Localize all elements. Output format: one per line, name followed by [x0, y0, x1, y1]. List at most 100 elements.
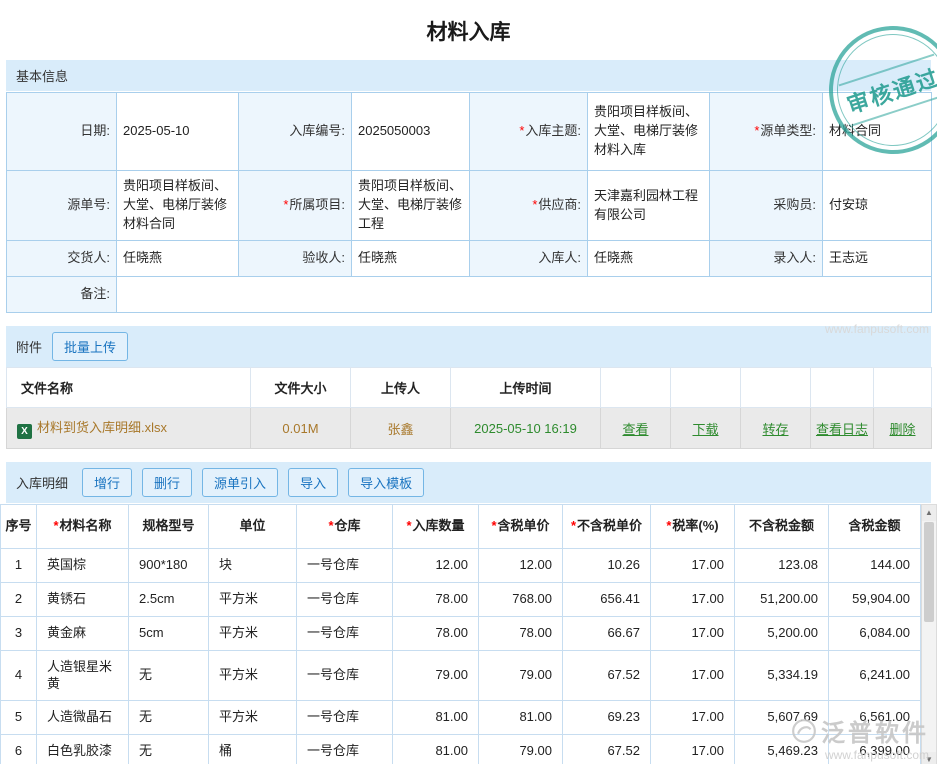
remark-value	[117, 277, 932, 313]
delete-link[interactable]: 删除	[889, 422, 915, 437]
deliverer-value: 任晓燕	[117, 241, 239, 277]
attachments-section: 附件 批量上传 文件名称 文件大小 上传人 上传时间 X材料到货入库明细.xls…	[6, 326, 931, 449]
supplier-label: *供应商:	[470, 171, 588, 241]
detail-header-row: 序号*材料名称规格型号单位*仓库*入库数量*含税单价*不含税单价*税率(%)不含…	[1, 505, 921, 549]
detail-table: 序号*材料名称规格型号单位*仓库*入库数量*含税单价*不含税单价*税率(%)不含…	[0, 504, 921, 764]
excel-icon: X	[17, 424, 32, 439]
title-bar: 材料入库	[0, 0, 937, 60]
attachments-title: 附件	[16, 337, 42, 356]
cell-spec: 无	[129, 701, 209, 735]
detail-row: 4人造银星米黄无平方米一号仓库79.0079.0067.5217.005,334…	[1, 650, 921, 701]
action-cell: 删除	[874, 408, 932, 449]
cell-price-excl-tax: 656.41	[563, 582, 651, 616]
cell-material: 黄锈石	[37, 582, 129, 616]
source-import-button[interactable]: 源单引入	[202, 468, 278, 497]
basic-row: 日期: 2025-05-10 入库编号: 2025050003 *入库主题: 贵…	[7, 93, 932, 171]
batch-upload-button[interactable]: 批量上传	[52, 332, 128, 361]
basic-row: 备注:	[7, 277, 932, 313]
cell-qty: 81.00	[393, 701, 479, 735]
cell-material: 黄金麻	[37, 616, 129, 650]
detail-col-amount-incl-tax: 含税金额	[829, 505, 921, 549]
vertical-scrollbar[interactable]: ▲ ▼	[921, 504, 937, 764]
detail-col-qty: *入库数量	[393, 505, 479, 549]
cell-qty: 79.00	[393, 650, 479, 701]
import-template-button[interactable]: 导入模板	[348, 468, 424, 497]
cell-material: 人造微晶石	[37, 701, 129, 735]
cell-amount-incl-tax: 6,241.00	[829, 650, 921, 701]
cell-spec: 2.5cm	[129, 582, 209, 616]
cell-warehouse: 一号仓库	[297, 650, 393, 701]
supplier-value: 天津嘉利园林工程有限公司	[588, 171, 710, 241]
cell-warehouse: 一号仓库	[297, 549, 393, 583]
scroll-up-arrow[interactable]: ▲	[922, 505, 936, 521]
detail-col-price-incl-tax: *含税单价	[479, 505, 563, 549]
delete-row-button[interactable]: 删行	[142, 468, 192, 497]
detail-row: 2黄锈石2.5cm平方米一号仓库78.00768.00656.4117.0051…	[1, 582, 921, 616]
recorder-label: 录入人:	[710, 241, 823, 277]
cell-index: 3	[1, 616, 37, 650]
col-uploader: 上传人	[351, 368, 451, 408]
detail-table-wrap: 序号*材料名称规格型号单位*仓库*入库数量*含税单价*不含税单价*税率(%)不含…	[0, 504, 937, 764]
detail-row: 3黄金麻5cm平方米一号仓库78.0078.0066.6717.005,200.…	[1, 616, 921, 650]
date-value: 2025-05-10	[117, 93, 239, 171]
inspector-value: 任晓燕	[352, 241, 470, 277]
add-row-button[interactable]: 增行	[82, 468, 132, 497]
subject-label: *入库主题:	[470, 93, 588, 171]
detail-row: 5人造微晶石无平方米一号仓库81.0081.0069.2317.005,607.…	[1, 701, 921, 735]
cell-tax-rate: 17.00	[651, 616, 735, 650]
basic-info-section: 基本信息 日期: 2025-05-10 入库编号: 2025050003 *入库…	[6, 60, 931, 313]
file-name-link[interactable]: 材料到货入库明细.xlsx	[37, 420, 167, 435]
scrollbar-thumb[interactable]	[924, 522, 934, 622]
detail-col-unit: 单位	[209, 505, 297, 549]
col-action	[671, 368, 741, 408]
cell-price-incl-tax: 78.00	[479, 616, 563, 650]
cell-price-incl-tax: 81.00	[479, 701, 563, 735]
basic-row: 源单号: 贵阳项目样板间、大堂、电梯厅装修材料合同 *所属项目: 贵阳项目样板间…	[7, 171, 932, 241]
cell-spec: 5cm	[129, 616, 209, 650]
detail-table-body: 1英国棕900*180块一号仓库12.0012.0010.2617.00123.…	[1, 549, 921, 764]
action-cell: 查看	[601, 408, 671, 449]
cell-amount-excl-tax: 5,607.69	[735, 701, 829, 735]
detail-col-index: 序号	[1, 505, 37, 549]
file-name-cell: X 材料到货入库明细.xlsx	[7, 408, 251, 449]
download-link[interactable]: 下载	[692, 422, 718, 437]
detail-row: 1英国棕900*180块一号仓库12.0012.0010.2617.00123.…	[1, 549, 921, 583]
cell-unit: 平方米	[209, 650, 297, 701]
scroll-down-arrow[interactable]: ▼	[922, 752, 936, 764]
cell-warehouse: 一号仓库	[297, 735, 393, 764]
action-cell: 下载	[671, 408, 741, 449]
basic-row: 交货人: 任晓燕 验收人: 任晓燕 入库人: 任晓燕 录入人: 王志远	[7, 241, 932, 277]
cell-material: 英国棕	[37, 549, 129, 583]
cell-price-incl-tax: 12.00	[479, 549, 563, 583]
deliverer-label: 交货人:	[7, 241, 117, 277]
cell-price-incl-tax: 768.00	[479, 582, 563, 616]
cell-unit: 桶	[209, 735, 297, 764]
detail-col-price-excl-tax: *不含税单价	[563, 505, 651, 549]
cell-qty: 78.00	[393, 616, 479, 650]
save-as-link[interactable]: 转存	[762, 422, 788, 437]
cell-unit: 平方米	[209, 582, 297, 616]
uploader-cell: 张鑫	[351, 408, 451, 449]
cell-amount-incl-tax: 144.00	[829, 549, 921, 583]
attachments-header: 附件 批量上传	[6, 326, 931, 367]
detail-section-header-wrap: 入库明细 增行 删行 源单引入 导入 导入模板	[6, 462, 931, 503]
cell-material: 人造银星米黄	[37, 650, 129, 701]
cell-price-excl-tax: 67.52	[563, 735, 651, 764]
action-cell: 查看日志	[811, 408, 874, 449]
cell-price-excl-tax: 69.23	[563, 701, 651, 735]
cell-index: 5	[1, 701, 37, 735]
basic-info-header: 基本信息	[6, 60, 931, 91]
view-link[interactable]: 查看	[622, 422, 648, 437]
view-log-link[interactable]: 查看日志	[816, 422, 868, 437]
cell-tax-rate: 17.00	[651, 549, 735, 583]
cell-price-excl-tax: 66.67	[563, 616, 651, 650]
cell-amount-excl-tax: 123.08	[735, 549, 829, 583]
inspector-label: 验收人:	[239, 241, 352, 277]
date-label: 日期:	[7, 93, 117, 171]
subject-value: 贵阳项目样板间、大堂、电梯厅装修材料入库	[588, 93, 710, 171]
detail-col-warehouse: *仓库	[297, 505, 393, 549]
source-no-label: 源单号:	[7, 171, 117, 241]
cell-index: 6	[1, 735, 37, 764]
import-button[interactable]: 导入	[288, 468, 338, 497]
cell-price-incl-tax: 79.00	[479, 735, 563, 764]
